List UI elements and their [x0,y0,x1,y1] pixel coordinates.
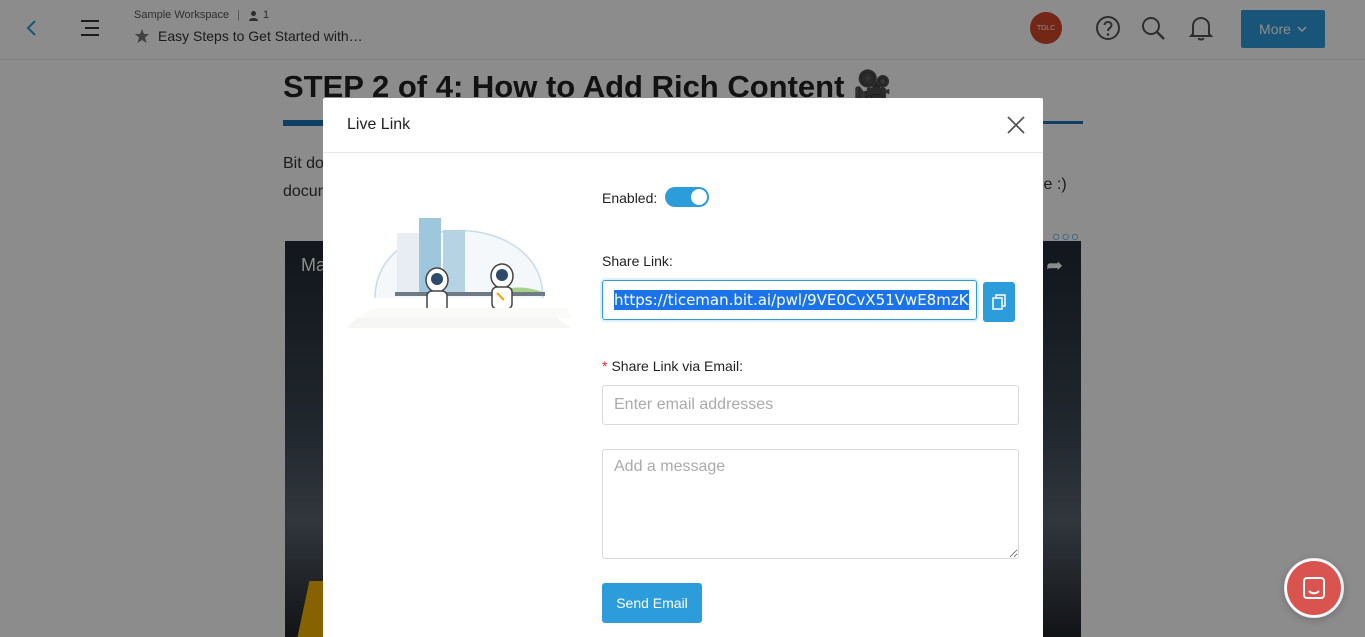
chat-icon [1303,577,1325,599]
dialog-header: Live Link [323,98,1043,153]
copy-link-button[interactable] [983,282,1015,322]
share-link-label: Share Link: [602,253,673,269]
astronaut-illustration [347,218,571,328]
copy-icon [992,294,1006,310]
live-link-dialog: Live Link Enabled: Share Link: https://t… [323,98,1043,637]
send-email-button[interactable]: Send Email [602,583,702,623]
close-button[interactable] [1005,114,1027,136]
share-link-input[interactable]: https://ticeman.bit.ai/pwl/9VE0CvX51VwE8… [602,280,977,320]
enabled-toggle[interactable] [665,187,709,207]
email-label: * Share Link via Email: [602,358,743,374]
chat-launcher-button[interactable] [1284,558,1344,618]
message-field[interactable] [602,449,1019,559]
close-icon [1007,116,1025,134]
enabled-label: Enabled: [602,190,658,206]
dialog-title: Live Link [347,116,411,133]
email-field[interactable] [602,385,1019,425]
